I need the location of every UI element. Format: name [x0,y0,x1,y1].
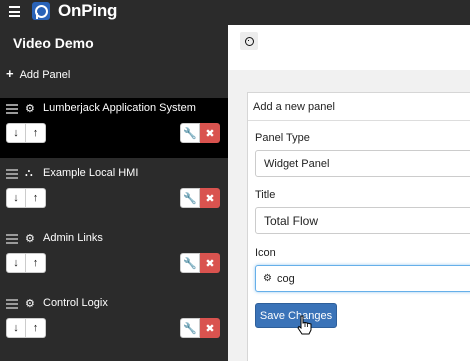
panel-name: Admin Links [43,232,103,244]
menu-icon[interactable] [9,6,20,17]
drag-handle-icon[interactable] [6,234,18,244]
hand-cursor-icon [297,315,312,335]
title-label: Title [255,189,276,201]
delete-button[interactable]: ✖ [200,188,220,208]
drag-handle-icon[interactable] [6,169,18,179]
move-up-button[interactable]: ↑ [26,253,46,273]
move-down-button[interactable]: ↓ [6,188,26,208]
panel-item-control-logix[interactable]: ⚙ Control Logix ↓ ↑ 🔧 ✖ [0,293,228,353]
drag-handle-icon[interactable] [6,104,18,114]
panel-item-admin-links[interactable]: ⚙ Admin Links ↓ ↑ 🔧 ✖ [0,228,228,288]
title-value: Total Flow [264,214,319,228]
drag-handle-icon[interactable] [6,299,18,309]
edit-wrench-button[interactable]: 🔧 [180,188,200,208]
clock-icon[interactable] [240,32,258,50]
plus-icon: + [6,66,14,81]
panel-name: Control Logix [43,297,108,309]
edit-wrench-button[interactable]: 🔧 [180,123,200,143]
add-panel-label: Add Panel [19,69,71,81]
form-header: Add a new panel [248,93,470,121]
panel-type-label: Panel Type [255,132,310,144]
delete-button[interactable]: ✖ [200,253,220,273]
cog-icon: ⚙ [25,298,35,310]
form-heading: Add a new panel [253,101,335,113]
sidebar: Video Demo + Add Panel ⚙ Lumberjack Appli… [0,25,228,361]
panel-type-value: Widget Panel [264,158,330,170]
move-up-button[interactable]: ↑ [26,123,46,143]
panel-type-select[interactable]: Widget Panel [255,150,470,177]
move-down-button[interactable]: ↓ [6,318,26,338]
add-panel-button[interactable]: + Add Panel [6,66,70,81]
main-toolbar [228,25,470,70]
sitemap-icon: ⛬ [25,167,33,179]
sidebar-title: Video Demo [13,35,94,51]
edit-wrench-button[interactable]: 🔧 [180,318,200,338]
move-up-button[interactable]: ↑ [26,318,46,338]
icon-label: Icon [255,247,276,259]
delete-button[interactable]: ✖ [200,318,220,338]
top-bar: OnPing [0,0,470,25]
delete-button[interactable]: ✖ [200,123,220,143]
onping-logo-icon [32,2,50,20]
add-panel-form: Add a new panel Panel Type Widget Panel … [247,92,470,361]
edit-wrench-button[interactable]: 🔧 [180,253,200,273]
move-down-button[interactable]: ↓ [6,123,26,143]
icon-input[interactable]: ⚙ cog [255,265,470,292]
panel-name: Lumberjack Application System [43,102,196,114]
panel-name: Example Local HMI [43,167,139,179]
move-down-button[interactable]: ↓ [6,253,26,273]
cogs-icon: ⚙ [25,233,35,245]
cog-icon: ⚙ [263,273,272,284]
panel-item-example-local-hmi[interactable]: ⛬ Example Local HMI ↓ ↑ 🔧 ✖ [0,163,228,223]
cogs-icon: ⚙ [25,103,35,115]
icon-value: cog [277,273,295,285]
move-up-button[interactable]: ↑ [26,188,46,208]
main-area: Add a new panel Panel Type Widget Panel … [228,25,470,361]
brand-name: OnPing [58,1,118,20]
title-input[interactable]: Total Flow [255,207,470,234]
panel-item-lumberjack[interactable]: ⚙ Lumberjack Application System ↓ ↑ 🔧 ✖ [0,98,228,158]
